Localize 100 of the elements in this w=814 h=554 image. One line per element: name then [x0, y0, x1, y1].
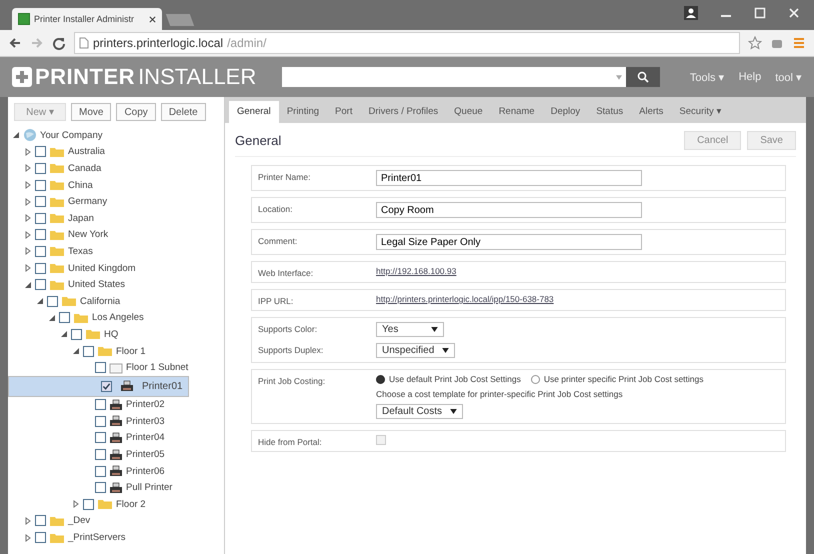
collapse-arrow-icon[interactable]: [48, 314, 56, 322]
link[interactable]: http://192.168.100.93: [376, 266, 456, 276]
collapse-arrow-icon[interactable]: [12, 131, 20, 140]
expand-arrow-icon[interactable]: [24, 148, 32, 156]
tree-item[interactable]: Printer03: [126, 416, 165, 427]
radio-option[interactable]: Use default Print Job Cost Settings: [376, 374, 521, 384]
tree-item[interactable]: Printer05: [126, 449, 165, 460]
toolbar-button[interactable]: Copy: [116, 103, 156, 121]
toolbar-button[interactable]: Move: [71, 103, 112, 121]
tree-item[interactable]: Printer01: [142, 380, 183, 392]
expand-arrow-icon[interactable]: [24, 198, 32, 206]
checkbox[interactable]: [35, 180, 46, 191]
tree-item[interactable]: Printer04: [126, 432, 165, 444]
tree-item[interactable]: United States: [68, 279, 126, 290]
link[interactable]: http://printers.printerlogic.local/ipp/150-638-783: [376, 294, 554, 304]
close-icon[interactable]: [149, 16, 156, 22]
tree-item[interactable]: New York: [68, 229, 108, 240]
address-bar[interactable]: printers.printerlogic.local /admin/: [74, 32, 740, 54]
checkbox[interactable]: [71, 328, 82, 340]
tab[interactable]: General: [229, 101, 279, 123]
collapse-arrow-icon[interactable]: [72, 347, 80, 356]
checkbox[interactable]: [47, 296, 58, 307]
checkbox[interactable]: [95, 416, 106, 427]
checkbox[interactable]: [101, 380, 112, 392]
radio-option[interactable]: Use printer specific Print Job Cost settings: [530, 374, 704, 384]
checkbox[interactable]: [35, 162, 46, 174]
checkbox[interactable]: [95, 449, 106, 460]
expand-arrow-icon[interactable]: [24, 181, 32, 190]
tab[interactable]: Rename: [490, 101, 543, 123]
tree-item[interactable]: Japan: [68, 212, 94, 224]
collapse-arrow-icon[interactable]: [60, 330, 68, 338]
tree-item[interactable]: Pull Printer: [126, 482, 172, 494]
checkbox[interactable]: [95, 362, 106, 374]
text-field[interactable]: Printer01: [376, 170, 642, 186]
reload-icon[interactable]: [52, 36, 66, 50]
expand-arrow-icon[interactable]: [72, 500, 80, 508]
back-icon[interactable]: [8, 36, 22, 50]
star-icon[interactable]: [748, 36, 762, 50]
checkbox[interactable]: [83, 498, 94, 510]
checkbox[interactable]: [35, 279, 46, 290]
checkbox[interactable]: [95, 432, 106, 444]
checkbox[interactable]: [35, 532, 46, 544]
dropdown[interactable]: Default Costs: [376, 404, 464, 419]
checkbox[interactable]: [95, 482, 106, 494]
tree-item[interactable]: Los Angeles: [92, 312, 144, 324]
tree-item[interactable]: HQ: [104, 328, 118, 340]
tab[interactable]: Printing: [278, 101, 328, 123]
expand-arrow-icon[interactable]: [24, 534, 32, 542]
checkbox[interactable]: [83, 346, 94, 357]
tree-item[interactable]: Floor 1 Subnet: [126, 362, 188, 374]
dropdown[interactable]: Yes: [376, 322, 444, 337]
tree-item[interactable]: Germany: [68, 196, 108, 208]
checkbox[interactable]: [35, 146, 46, 158]
checkbox[interactable]: [35, 196, 46, 208]
folder-icon: [49, 146, 65, 158]
tree-item[interactable]: _Dev: [68, 515, 90, 526]
tree-item[interactable]: Printer02: [126, 399, 165, 410]
expand-arrow-icon[interactable]: [24, 214, 32, 222]
collapse-arrow-icon[interactable]: [36, 297, 44, 306]
tree-item[interactable]: Your Company: [40, 130, 102, 141]
tab[interactable]: Security ▾: [671, 101, 730, 123]
tree-item[interactable]: Australia: [68, 146, 105, 158]
checkbox[interactable]: [35, 229, 46, 240]
text-field[interactable]: Legal Size Paper Only: [376, 234, 642, 250]
tab[interactable]: Alerts: [631, 101, 672, 123]
tab[interactable]: Status: [588, 101, 632, 123]
tree-item[interactable]: Floor 2: [116, 498, 146, 510]
checkbox[interactable]: [59, 312, 70, 324]
tree-item[interactable]: Floor 1: [116, 346, 146, 357]
tree-item[interactable]: California: [80, 296, 120, 307]
checkbox[interactable]: [35, 515, 46, 526]
tree-item[interactable]: China: [68, 180, 93, 191]
tree-item[interactable]: Printer06: [126, 466, 165, 477]
tree-item[interactable]: United Kingdom: [68, 262, 136, 274]
tree-item[interactable]: Canada: [68, 162, 102, 174]
folder-icon: [49, 532, 65, 544]
checkbox[interactable]: [35, 262, 46, 274]
checkbox[interactable]: [95, 399, 106, 410]
dropdown[interactable]: Unspecified: [376, 343, 456, 358]
expand-arrow-icon[interactable]: [24, 264, 32, 272]
tab[interactable]: Deploy: [542, 101, 588, 123]
search-button[interactable]: [626, 67, 660, 87]
expand-arrow-icon[interactable]: [24, 230, 32, 239]
toolbar-button[interactable]: Delete: [160, 103, 206, 121]
user-icon[interactable]: [684, 6, 698, 20]
checkbox[interactable]: [35, 212, 46, 224]
tree-item[interactable]: Texas: [68, 246, 93, 257]
maximize-icon[interactable]: [754, 7, 766, 19]
collapse-arrow-icon[interactable]: [24, 280, 32, 289]
expand-arrow-icon[interactable]: [24, 247, 32, 256]
expand-arrow-icon[interactable]: [24, 516, 32, 525]
tab[interactable]: Drivers / Profiles: [360, 101, 446, 123]
text-field[interactable]: Copy Room: [376, 202, 642, 218]
browser-tab[interactable]: Printer Installer Administr: [12, 8, 162, 30]
checkbox[interactable]: [35, 246, 46, 257]
tab[interactable]: Queue: [446, 101, 491, 123]
tree-item[interactable]: _PrintServers: [68, 532, 126, 544]
tab[interactable]: Port: [327, 101, 360, 123]
checkbox[interactable]: [95, 466, 106, 477]
expand-arrow-icon[interactable]: [24, 164, 32, 172]
